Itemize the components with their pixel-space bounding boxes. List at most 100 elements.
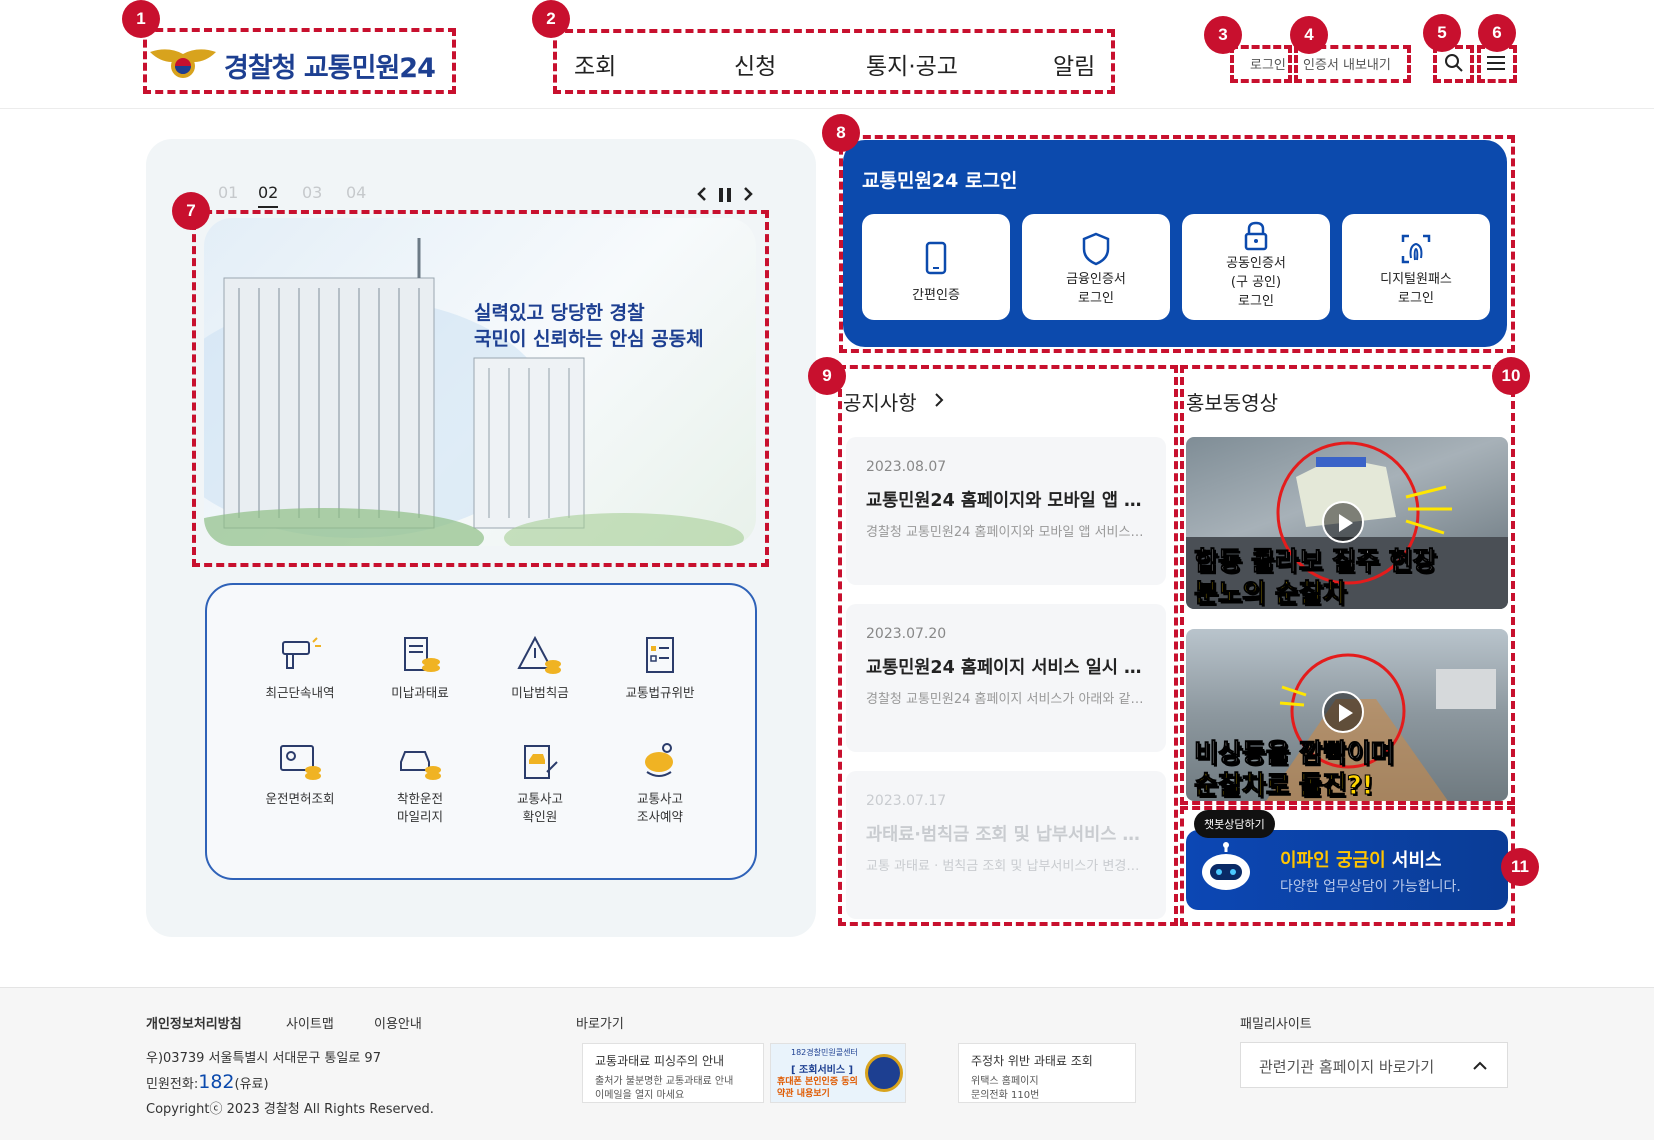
notice-item[interactable]: 2023.07.17 과태료·범칙금 조회 및 납부서비스 안내 교통 과태료 … [846,771,1166,919]
phone-suffix: (유료) [234,1077,269,1092]
chevron-up-icon [1473,1061,1487,1070]
quick-recent-enforcement[interactable]: 최근단속내역 [245,636,355,702]
annotation-badge: 1 [122,0,160,38]
quick-label: 교통법규위반 [625,685,695,700]
video-caption: 분노의 순찰차 [1194,579,1348,610]
quick-label: 미납범칙금 [511,685,569,700]
nav-alert[interactable]: 알림 [1053,47,1095,81]
shortcut-desc: 문의전화 110번 [971,1090,1040,1101]
annotation-badge: 7 [172,192,210,230]
login-link[interactable]: 로그인 [1250,54,1286,73]
usage-guide-link[interactable]: 이용안내 [374,1013,422,1032]
video-thumbnail[interactable]: 합동 콜라보 질주 현장 분노의 순찰차 [1186,437,1508,609]
family-site-select-value: 관련기관 홈페이지 바로가기 [1259,1058,1435,1076]
header-divider [0,108,1654,109]
video-caption: 순찰차로 돌진?! [1194,771,1375,802]
cert-export-link[interactable]: 인증서 내보내기 [1303,54,1391,73]
quick-unpaid-fine[interactable]: 미납과태료 [365,636,475,702]
login-label: 금융인증서 로그인 [1066,272,1126,306]
slide-number-4[interactable]: 04 [346,183,366,202]
joint-cert-login-button[interactable]: 공동인증서 (구 공인) 로그인 [1182,214,1330,320]
accident-document-icon [524,745,558,779]
notice-item[interactable]: 2023.08.07 교통민원24 홈페이지와 모바일 앱 서비스 안내 경찰청… [846,437,1166,585]
annotation-badge: 11 [1501,848,1539,886]
quick-label: 교통사고 조사예약 [636,791,683,824]
car-coins-icon [400,751,441,780]
copyright: Copyrightⓒ 2023 경찰청 All Rights Reserved. [146,1102,434,1117]
footer-address: 우)03739 서울특별시 서대문구 통일로 97 [146,1051,381,1066]
privacy-policy-link[interactable]: 개인정보처리방침 [146,1013,242,1032]
slider-prev-icon[interactable] [696,186,708,206]
annotation-box-2 [553,29,1115,94]
shield-icon [1082,232,1110,266]
notice-desc: 경찰청 교통민원24 홈페이지와 모바일 앱 서비스 안내입니다 [866,525,1146,540]
easy-auth-button[interactable]: 간편인증 [862,214,1010,320]
shortcut-call-center[interactable]: 182경찰민원콜센터 [ 조회서비스 ] 휴대폰 본인인증 동의약관 내용보기 [770,1043,906,1103]
banner-slogan-1: 실력있고 당당한 경찰 [474,302,645,324]
annotation-badge: 8 [822,114,860,152]
annotation-badge: 2 [532,0,570,38]
nav-notice[interactable]: 통지·공고 [866,47,958,81]
slider-next-icon[interactable] [742,186,754,206]
banner-slogan-2: 국민이 신뢰하는 안심 공동체 [474,328,704,350]
sitemap-link[interactable]: 사이트맵 [286,1013,334,1032]
video-thumbnail[interactable]: 비상등을 깜빡이며 순찰차로 돌진?! [1186,629,1508,801]
shortcut-desc: 위택스 홈페이지 [971,1076,1039,1087]
login-title: 교통민원24 로그인 [862,170,1018,192]
shortcut-parking-fine[interactable]: 주정차 위반 과태료 조회 위택스 홈페이지 문의전화 110번 [958,1043,1136,1103]
play-icon[interactable] [1322,501,1364,543]
notice-desc: 경찰청 교통민원24 홈페이지 서비스가 아래와 같이 중단됩니다 [866,692,1146,707]
notice-title: 교통민원24 홈페이지와 모바일 앱 서비스 안내 [866,491,1150,511]
family-site-select[interactable]: 관련기관 홈페이지 바로가기 [1240,1042,1508,1088]
annotation-badge: 9 [808,357,846,395]
chatbot-service-banner[interactable]: 이파인 궁금이 서비스 다양한 업무상담이 가능합니다. [1186,830,1508,910]
chatbot-tooltip[interactable]: 챗봇상담하기 [1194,810,1275,838]
slide-number-1[interactable]: 01 [218,183,238,202]
police-emblem-logo[interactable] [148,40,218,86]
phone-label: 민원전화: [146,1077,199,1092]
main-banner[interactable]: 실력있고 당당한 경찰 국민이 신뢰하는 안심 공동체 [204,218,756,546]
login-label: 간편인증 [912,288,960,303]
quick-label: 착한운전 마일리지 [396,791,443,824]
slider-pause-icon[interactable] [718,187,732,206]
shortcut-desc: [ 조회서비스 ] [791,1065,854,1076]
quick-menu-box [205,583,757,880]
chevron-right-icon[interactable] [934,392,944,412]
police-seal-icon [865,1054,903,1092]
phone-icon [925,241,947,275]
quick-unpaid-penalty[interactable]: 미납범칙금 [485,636,595,702]
piggy-bank-icon [645,743,673,777]
quick-good-driving-mileage[interactable]: 착한운전 마일리지 [365,742,475,826]
login-label: 디지털원패스 로그인 [1380,272,1452,306]
financial-cert-login-button[interactable]: 금융인증서 로그인 [1022,214,1170,320]
slide-number-3[interactable]: 03 [302,183,322,202]
quick-accident-reservation[interactable]: 교통사고 조사예약 [605,742,715,826]
search-icon[interactable] [1444,53,1464,77]
notice-item[interactable]: 2023.07.20 교통민원24 홈페이지 서비스 일시 중단 안내 경찰청 … [846,604,1166,752]
shortcut-desc: 출처가 불분명한 교통과태료 안내 [595,1076,734,1087]
quick-accident-certificate[interactable]: 교통사고 확인원 [485,742,595,826]
chatbot-title: 서비스 [1385,850,1442,871]
robot-icon [1202,842,1250,890]
shortcut-title-text: 182경찰민원콜센터 [791,1048,858,1057]
play-icon[interactable] [1322,691,1364,733]
annotation-badge: 10 [1492,357,1530,395]
video-section-title: 홍보동영상 [1186,391,1278,415]
shortcut-title-text: 주정차 위반 과태료 조회 [971,1054,1093,1068]
notice-section-title[interactable]: 공지사항 [843,387,917,416]
quick-traffic-violation[interactable]: 교통법규위반 [605,636,715,702]
site-logo-text[interactable]: 경찰청 교통민원24 [224,46,436,85]
hamburger-menu-icon[interactable] [1487,54,1507,76]
slide-number-2[interactable]: 02 [258,183,279,208]
notice-date: 2023.08.07 [866,459,947,475]
notice-title: 과태료·범칙금 조회 및 납부서비스 안내 [866,825,1150,845]
digital-onepass-login-button[interactable]: 디지털원패스 로그인 [1342,214,1490,320]
shortcut-desc: 이메일을 열지 마세요 [595,1090,685,1101]
nav-inquiry[interactable]: 조회 [574,47,616,81]
phone-number: 182 [198,1071,235,1093]
footer-phone: 민원전화:182(유료) [146,1071,269,1093]
nav-apply[interactable]: 신청 [734,47,776,81]
quick-license-inquiry[interactable]: 운전면허조회 [245,742,355,808]
shortcut-phishing-notice[interactable]: 교통과태료 피싱주의 안내 출처가 불분명한 교통과태료 안내 이메일을 열지 … [582,1043,764,1103]
warning-coins-icon [517,636,561,674]
